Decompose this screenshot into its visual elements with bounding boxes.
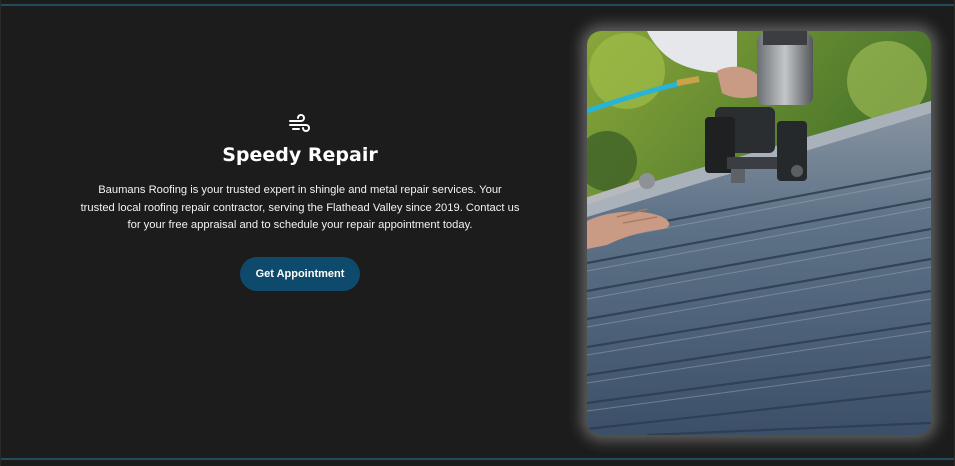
repair-text-block: Speedy Repair Baumans Roofing is your tr… [61,110,539,291]
roofer-photo-illustration [587,31,931,435]
top-divider [1,4,954,6]
roofer-photo [587,31,931,435]
section-description: Baumans Roofing is your trusted expert i… [80,184,520,231]
get-appointment-button[interactable]: Get Appointment [240,256,360,291]
section-title: Speedy Repair [222,144,378,166]
bottom-divider [1,458,954,460]
wind-icon [289,114,310,132]
speedy-repair-section: Speedy Repair Baumans Roofing is your tr… [0,0,955,466]
